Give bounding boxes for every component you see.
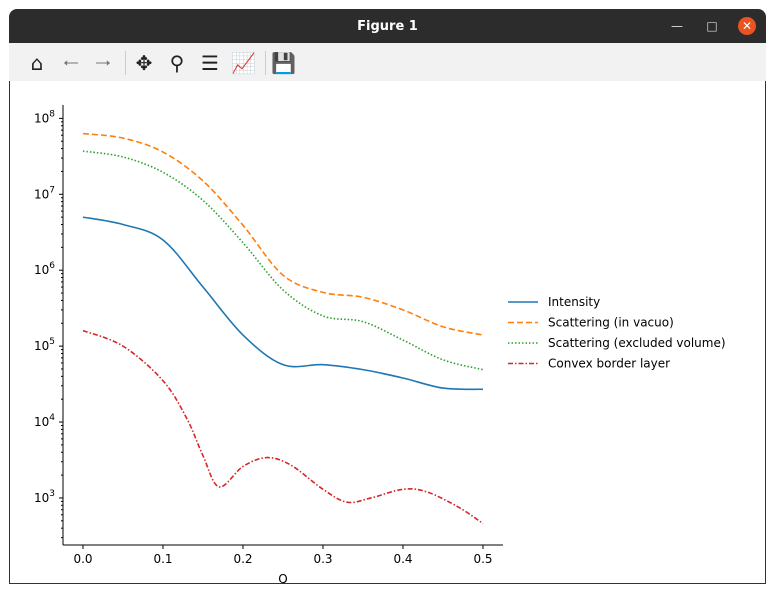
toolbar: ⌂ 🠀 🠂 ✥ ⚲ ☰ 📈 💾: [9, 43, 766, 82]
minimize-button[interactable]: —: [669, 18, 685, 34]
x-tick-label: 0.2: [233, 552, 252, 566]
x-tick-label: 0.0: [73, 552, 92, 566]
edit-axes-icon[interactable]: 📈: [231, 51, 256, 75]
window-title: Figure 1: [357, 19, 418, 34]
legend-label: Scattering (excluded volume): [548, 336, 726, 350]
window-titlebar: Figure 1 — □ ✕: [9, 9, 766, 43]
home-icon[interactable]: ⌂: [25, 51, 49, 75]
y-tick-label: 105: [34, 337, 55, 353]
y-tick-label: 103: [34, 489, 55, 505]
legend-label: Convex border layer: [548, 357, 670, 371]
series-line: [82, 150, 484, 371]
chart: 0.0 0.1 0.2 0.3 0.4 0.5 103 104 105 106 107 108 Q Int…: [34, 105, 726, 586]
y-tick-label: 107: [34, 185, 55, 201]
x-tick-label: 0.4: [393, 552, 412, 566]
y-tick-label: 108: [34, 109, 55, 125]
x-axis-label: Q: [278, 572, 287, 583]
legend-label: Scattering (in vacuo): [548, 316, 674, 330]
zoom-icon[interactable]: ⚲: [165, 51, 189, 75]
series-line: [82, 329, 484, 525]
pan-icon[interactable]: ✥: [132, 51, 156, 75]
back-icon[interactable]: 🠀: [59, 51, 83, 75]
forward-icon[interactable]: 🠂: [91, 51, 115, 75]
legend-label: Intensity: [548, 295, 600, 309]
y-tick-label: 106: [34, 261, 55, 277]
y-tick-label: 104: [34, 413, 55, 429]
configure-subplots-icon[interactable]: ☰: [198, 51, 222, 75]
figure-canvas[interactable]: 0.0 0.1 0.2 0.3 0.4 0.5 103 104 105 106 107 108 Q Int…: [9, 81, 766, 586]
save-icon[interactable]: 💾: [271, 51, 296, 75]
series-line: [82, 216, 484, 391]
close-button[interactable]: ✕: [738, 17, 756, 35]
x-tick-label: 0.1: [153, 552, 172, 566]
maximize-button[interactable]: □: [704, 18, 720, 34]
x-tick-label: 0.5: [473, 552, 492, 566]
series-line: [82, 132, 484, 336]
x-tick-label: 0.3: [313, 552, 332, 566]
